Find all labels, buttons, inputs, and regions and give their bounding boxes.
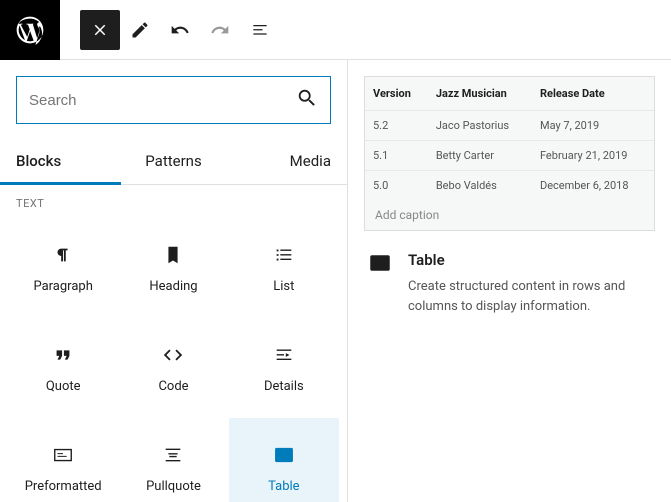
- block-preview: Version Jazz Musician Release Date 5.2 J…: [364, 76, 655, 231]
- block-list[interactable]: List: [229, 218, 339, 318]
- preview-table: Version Jazz Musician Release Date 5.2 J…: [365, 77, 654, 200]
- table-info-icon: [368, 251, 392, 279]
- document-overview-button[interactable]: [240, 10, 280, 50]
- block-heading[interactable]: Heading: [118, 218, 228, 318]
- block-paragraph[interactable]: Paragraph: [8, 218, 118, 318]
- inserter-tabs: Blocks Patterns Media: [0, 140, 347, 185]
- table-icon: [272, 443, 296, 467]
- preview-panel: Version Jazz Musician Release Date 5.2 J…: [348, 60, 671, 502]
- close-inserter-button[interactable]: [80, 10, 120, 50]
- redo-button[interactable]: [200, 10, 240, 50]
- code-icon: [161, 343, 185, 367]
- block-pullquote[interactable]: Pullquote: [118, 418, 228, 502]
- block-table[interactable]: Table: [229, 418, 339, 502]
- quote-icon: [51, 343, 75, 367]
- tools-button[interactable]: [120, 10, 160, 50]
- blocks-grid: Paragraph Heading List Quote Code: [0, 218, 347, 502]
- search-icon: [296, 87, 318, 113]
- block-info-description: Create structured content in rows and co…: [408, 277, 651, 316]
- tab-patterns[interactable]: Patterns: [121, 140, 226, 184]
- details-icon: [272, 343, 296, 367]
- th-version: Version: [365, 77, 428, 111]
- search-box[interactable]: [16, 76, 331, 124]
- block-code[interactable]: Code: [118, 318, 228, 418]
- search-input[interactable]: [29, 92, 296, 109]
- tab-media[interactable]: Media: [226, 140, 347, 184]
- block-details[interactable]: Details: [229, 318, 339, 418]
- th-date: Release Date: [532, 77, 654, 111]
- th-musician: Jazz Musician: [428, 77, 532, 111]
- list-icon: [272, 243, 296, 267]
- pullquote-icon: [161, 443, 185, 467]
- block-inserter-panel: Blocks Patterns Media TEXT Paragraph Hea…: [0, 60, 348, 502]
- table-row: 5.0 Bebo Valdés December 6, 2018: [365, 171, 654, 201]
- block-preformatted[interactable]: Preformatted: [8, 418, 118, 502]
- paragraph-icon: [51, 243, 75, 267]
- heading-icon: [161, 243, 185, 267]
- tab-blocks[interactable]: Blocks: [0, 140, 121, 185]
- block-info-title: Table: [408, 251, 651, 269]
- table-row: 5.2 Jaco Pastorius May 7, 2019: [365, 111, 654, 141]
- category-label: TEXT: [0, 185, 347, 218]
- preformatted-icon: [51, 443, 75, 467]
- block-quote[interactable]: Quote: [8, 318, 118, 418]
- top-toolbar: [0, 0, 671, 60]
- table-row: 5.1 Betty Carter February 21, 2019: [365, 141, 654, 171]
- wordpress-logo[interactable]: [0, 0, 60, 60]
- undo-button[interactable]: [160, 10, 200, 50]
- caption-placeholder[interactable]: Add caption: [365, 200, 654, 230]
- block-info: Table Create structured content in rows …: [364, 247, 655, 320]
